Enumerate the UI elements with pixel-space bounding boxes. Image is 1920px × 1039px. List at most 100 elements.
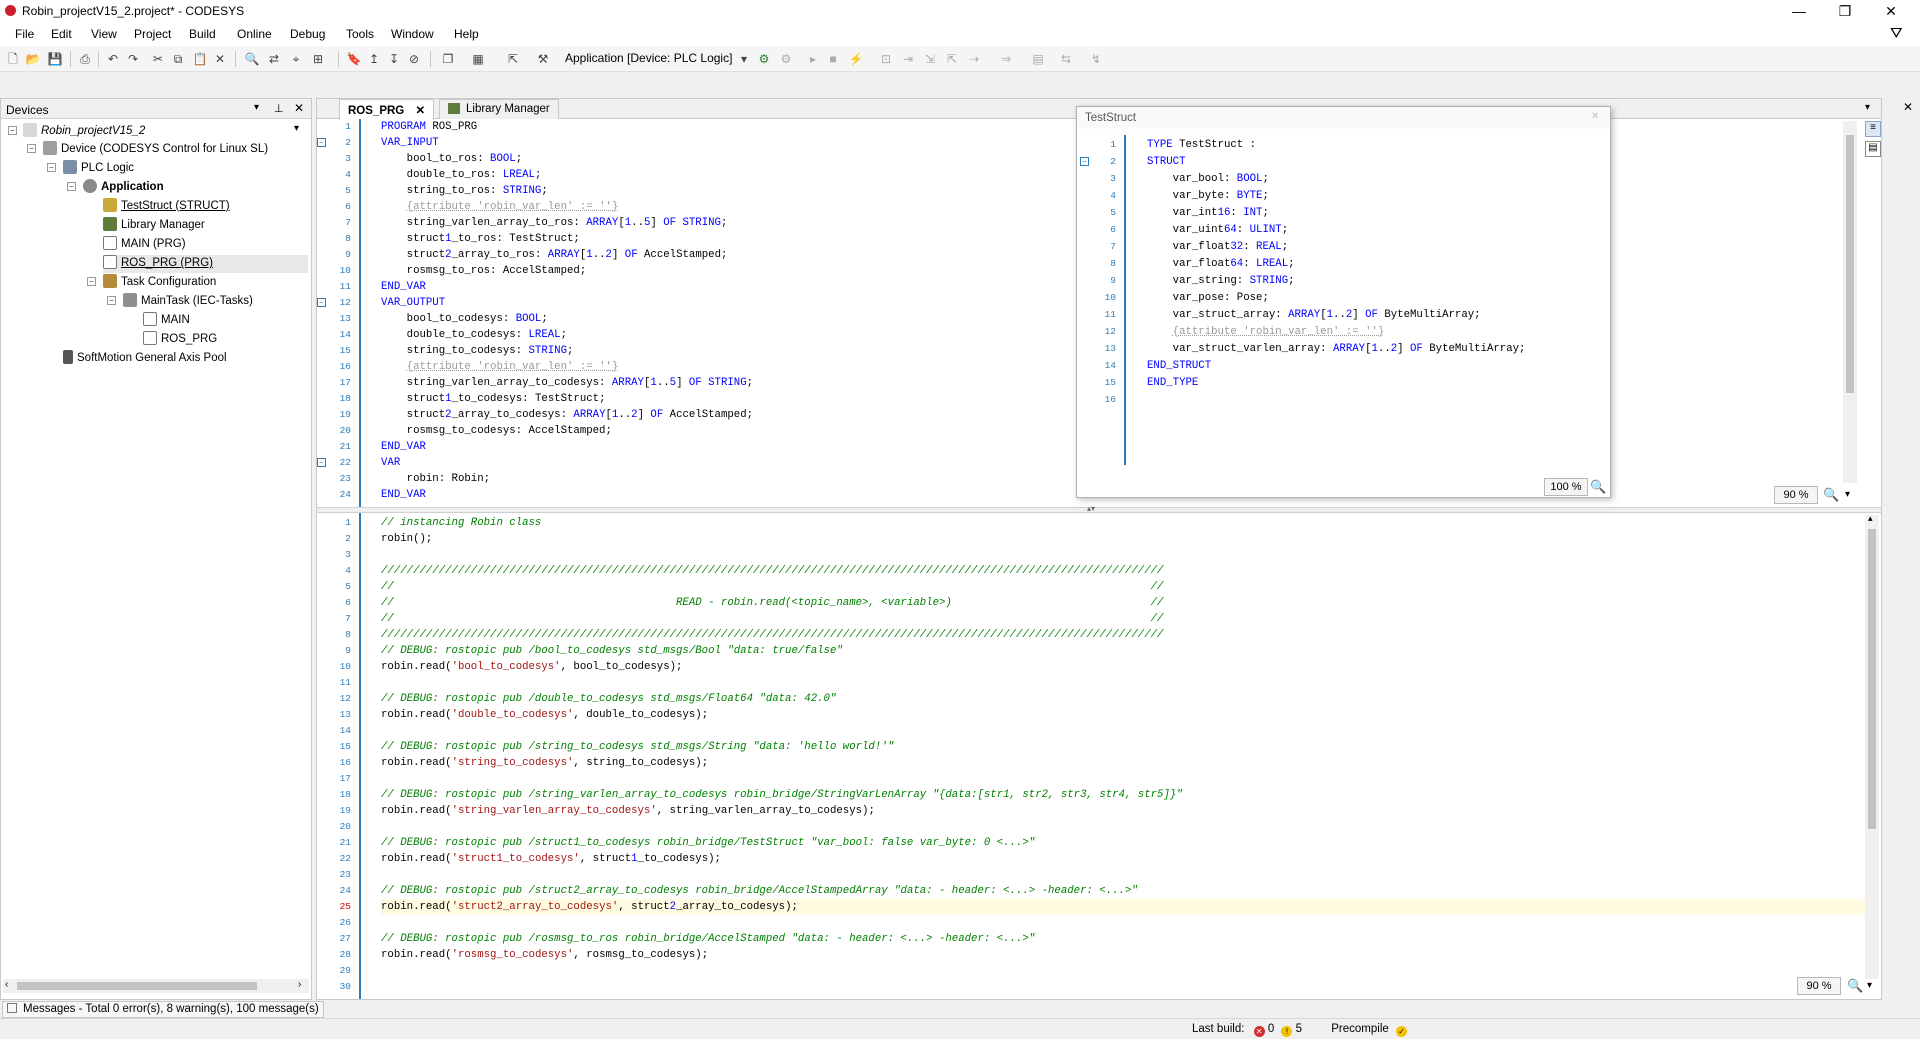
write-values-icon[interactable]: ⇒ bbox=[998, 51, 1014, 67]
code-line[interactable]: struct2_array_to_codesys: ARRAY[1..2] OF… bbox=[381, 407, 753, 423]
breakpoint-icon[interactable]: ⊡ bbox=[878, 51, 894, 67]
step-into-icon[interactable]: ⇲ bbox=[922, 51, 938, 67]
code-line[interactable]: robin.read('struct1_to_codesys', struct1… bbox=[381, 851, 721, 867]
code-line[interactable]: double_to_ros: LREAL; bbox=[381, 167, 542, 183]
collapse-toggle-icon[interactable]: − bbox=[47, 163, 56, 172]
run-to-cursor-icon[interactable]: ⇢ bbox=[966, 51, 982, 67]
find-replace-icon[interactable]: ⇄ bbox=[266, 51, 282, 67]
code-line[interactable]: END_TYPE bbox=[1147, 375, 1198, 392]
scrollbar-thumb[interactable] bbox=[1846, 135, 1854, 393]
fold-toggle-icon[interactable]: − bbox=[1080, 157, 1089, 166]
simulation-icon[interactable]: ▤ bbox=[1030, 51, 1046, 67]
impl-zoom-level[interactable]: 90 % bbox=[1797, 977, 1841, 995]
code-line[interactable]: // // bbox=[381, 579, 1163, 595]
clear-bookmarks-icon[interactable]: ⊘ bbox=[406, 51, 422, 67]
tree-dropdown-icon[interactable]: ▾ bbox=[294, 123, 299, 134]
restore-button[interactable]: ❐ bbox=[1822, 0, 1868, 22]
active-application-select[interactable]: Application [Device: PLC Logic] bbox=[565, 51, 732, 65]
implementation-editor[interactable]: 1 // instancing Robin class 2 robin(); 3 4 ///… bbox=[317, 513, 1865, 999]
login-icon[interactable]: ⚙ bbox=[756, 51, 772, 67]
splitter-arrows-icon[interactable]: ▴▾ bbox=[1087, 504, 1095, 513]
code-line[interactable]: {attribute 'robin_var_len' := ''} bbox=[1147, 324, 1385, 341]
window-icon[interactable]: ❐ bbox=[440, 51, 456, 67]
close-tab-icon[interactable]: ✕ bbox=[415, 105, 425, 117]
fold-toggle-icon[interactable]: − bbox=[317, 298, 326, 307]
print-icon[interactable]: ⎙ bbox=[77, 51, 93, 67]
menu-file[interactable]: File bbox=[15, 27, 34, 41]
tab-library-manager[interactable]: Library Manager bbox=[439, 99, 559, 119]
tabs-dropdown-icon[interactable]: ▾ bbox=[1865, 102, 1870, 113]
precompile-ok-icon[interactable]: ✓ bbox=[1396, 1026, 1407, 1037]
zoom-dropdown-icon[interactable]: ▾ bbox=[1867, 980, 1872, 991]
code-line[interactable]: struct2_array_to_ros: ARRAY[1..2] OF Acc… bbox=[381, 247, 728, 263]
tabular-view-icon[interactable]: ▤ bbox=[1865, 141, 1881, 157]
messages-tab[interactable]: Messages - Total 0 error(s), 8 warning(s… bbox=[2, 1001, 324, 1018]
code-line[interactable]: VAR_INPUT bbox=[381, 135, 439, 151]
code-line[interactable]: robin.read('string_to_codesys', string_t… bbox=[381, 755, 708, 771]
next-bookmark-icon[interactable]: ↧ bbox=[386, 51, 402, 67]
delete-icon[interactable]: ✕ bbox=[212, 51, 228, 67]
close-peek-icon[interactable]: ✕ bbox=[1591, 111, 1599, 122]
code-line[interactable]: STRUCT bbox=[1147, 154, 1185, 171]
find-icon[interactable]: 🔍 bbox=[244, 51, 260, 67]
code-line[interactable]: PROGRAM ROS_PRG bbox=[381, 119, 477, 135]
fold-toggle-icon[interactable]: − bbox=[317, 458, 326, 467]
dropdown-arrow-icon[interactable]: ▾ bbox=[736, 51, 752, 67]
code-line[interactable]: string_varlen_array_to_ros: ARRAY[1..5] … bbox=[381, 215, 728, 231]
paste-icon[interactable]: 📋 bbox=[192, 51, 208, 67]
code-line[interactable]: robin: Robin; bbox=[381, 471, 490, 487]
teststruct-peek-window[interactable]: TestStruct ✕ 1 TYPE TestStruct : 2 STRUCT 3 … bbox=[1076, 106, 1611, 498]
code-line[interactable]: END_VAR bbox=[381, 487, 426, 503]
code-line[interactable]: // DEBUG: rostopic pub /struct2_array_to… bbox=[381, 883, 1138, 899]
horizontal-scrollbar[interactable]: ‹ › bbox=[3, 979, 309, 993]
tree-item-project[interactable]: Robin_projectV15_2 bbox=[23, 123, 145, 141]
bookmark-icon[interactable]: 🔖 bbox=[346, 51, 362, 67]
start-icon[interactable]: ▸ bbox=[805, 51, 821, 67]
code-line[interactable]: // instancing Robin class bbox=[381, 515, 541, 531]
cut-icon[interactable]: ✂ bbox=[150, 51, 166, 67]
code-line[interactable]: var_struct_array: ARRAY[1..2] OF ByteMul… bbox=[1147, 307, 1481, 324]
menu-build[interactable]: Build bbox=[189, 27, 216, 41]
collapse-toggle-icon[interactable]: − bbox=[87, 277, 96, 286]
impl-vertical-scrollbar[interactable]: ▴ bbox=[1865, 513, 1879, 979]
code-line[interactable]: // DEBUG: rostopic pub /struct1_to_codes… bbox=[381, 835, 1035, 851]
decl-zoom-level[interactable]: 90 % bbox=[1774, 486, 1818, 504]
tree-item-main[interactable]: MAIN (PRG) bbox=[103, 236, 186, 254]
code-line[interactable]: struct1_to_ros: TestStruct; bbox=[381, 231, 580, 247]
decl-vertical-scrollbar[interactable] bbox=[1843, 121, 1857, 483]
browse-icon[interactable]: ⊞ bbox=[310, 51, 326, 67]
tree-item-softmotion[interactable]: SoftMotion General Axis Pool bbox=[63, 350, 227, 368]
code-line[interactable]: robin.read('bool_to_codesys', bool_to_co… bbox=[381, 659, 682, 675]
code-line[interactable]: bool_to_ros: BOOL; bbox=[381, 151, 522, 167]
code-line[interactable]: robin.read('double_to_codesys', double_t… bbox=[381, 707, 708, 723]
menu-help[interactable]: Help bbox=[454, 27, 479, 41]
tab-ros-prg[interactable]: ROS_PRG ✕ bbox=[339, 99, 435, 120]
warning-count[interactable]: 5 bbox=[1296, 1023, 1302, 1035]
code-line[interactable]: string_to_codesys: STRING; bbox=[381, 343, 574, 359]
collapse-toggle-icon[interactable]: − bbox=[27, 144, 36, 153]
tree-item-task-configuration[interactable]: Task Configuration bbox=[103, 274, 216, 292]
copy-icon[interactable]: ⧉ bbox=[170, 51, 186, 67]
code-line[interactable]: // DEBUG: rostopic pub /rosmsg_to_ros ro… bbox=[381, 931, 1035, 947]
stop-icon[interactable]: ■ bbox=[825, 51, 841, 67]
peek-zoom-level[interactable]: 100 % bbox=[1544, 478, 1588, 496]
tree-item-device[interactable]: Device (CODESYS Control for Linux SL) bbox=[43, 141, 268, 159]
menu-debug[interactable]: Debug bbox=[290, 27, 325, 41]
close-window-button[interactable]: ✕ bbox=[1868, 0, 1914, 22]
code-line[interactable]: rosmsg_to_codesys: AccelStamped; bbox=[381, 423, 612, 439]
cross-reference-icon[interactable]: ⌖ bbox=[288, 51, 304, 67]
panel-dropdown-icon[interactable]: ▾ bbox=[254, 102, 259, 113]
prev-bookmark-icon[interactable]: ↥ bbox=[366, 51, 382, 67]
close-dock-icon[interactable]: ✕ bbox=[1903, 100, 1913, 114]
code-line[interactable]: END_VAR bbox=[381, 279, 426, 295]
flow-control-icon[interactable]: ↯ bbox=[1088, 51, 1104, 67]
collapse-toggle-icon[interactable]: − bbox=[67, 182, 76, 191]
menu-window[interactable]: Window bbox=[391, 27, 434, 41]
code-line[interactable]: var_struct_varlen_array: ARRAY[1..2] OF … bbox=[1147, 341, 1526, 358]
tree-item-library-manager[interactable]: Library Manager bbox=[103, 217, 205, 235]
code-line[interactable]: var_uint64: ULINT; bbox=[1147, 222, 1288, 239]
menu-edit[interactable]: Edit bbox=[51, 27, 72, 41]
code-line[interactable]: // DEBUG: rostopic pub /string_to_codesy… bbox=[381, 739, 894, 755]
code-line[interactable]: {attribute 'robin_var_len' := ''} bbox=[381, 199, 619, 215]
save-icon[interactable]: 💾 bbox=[47, 51, 63, 67]
